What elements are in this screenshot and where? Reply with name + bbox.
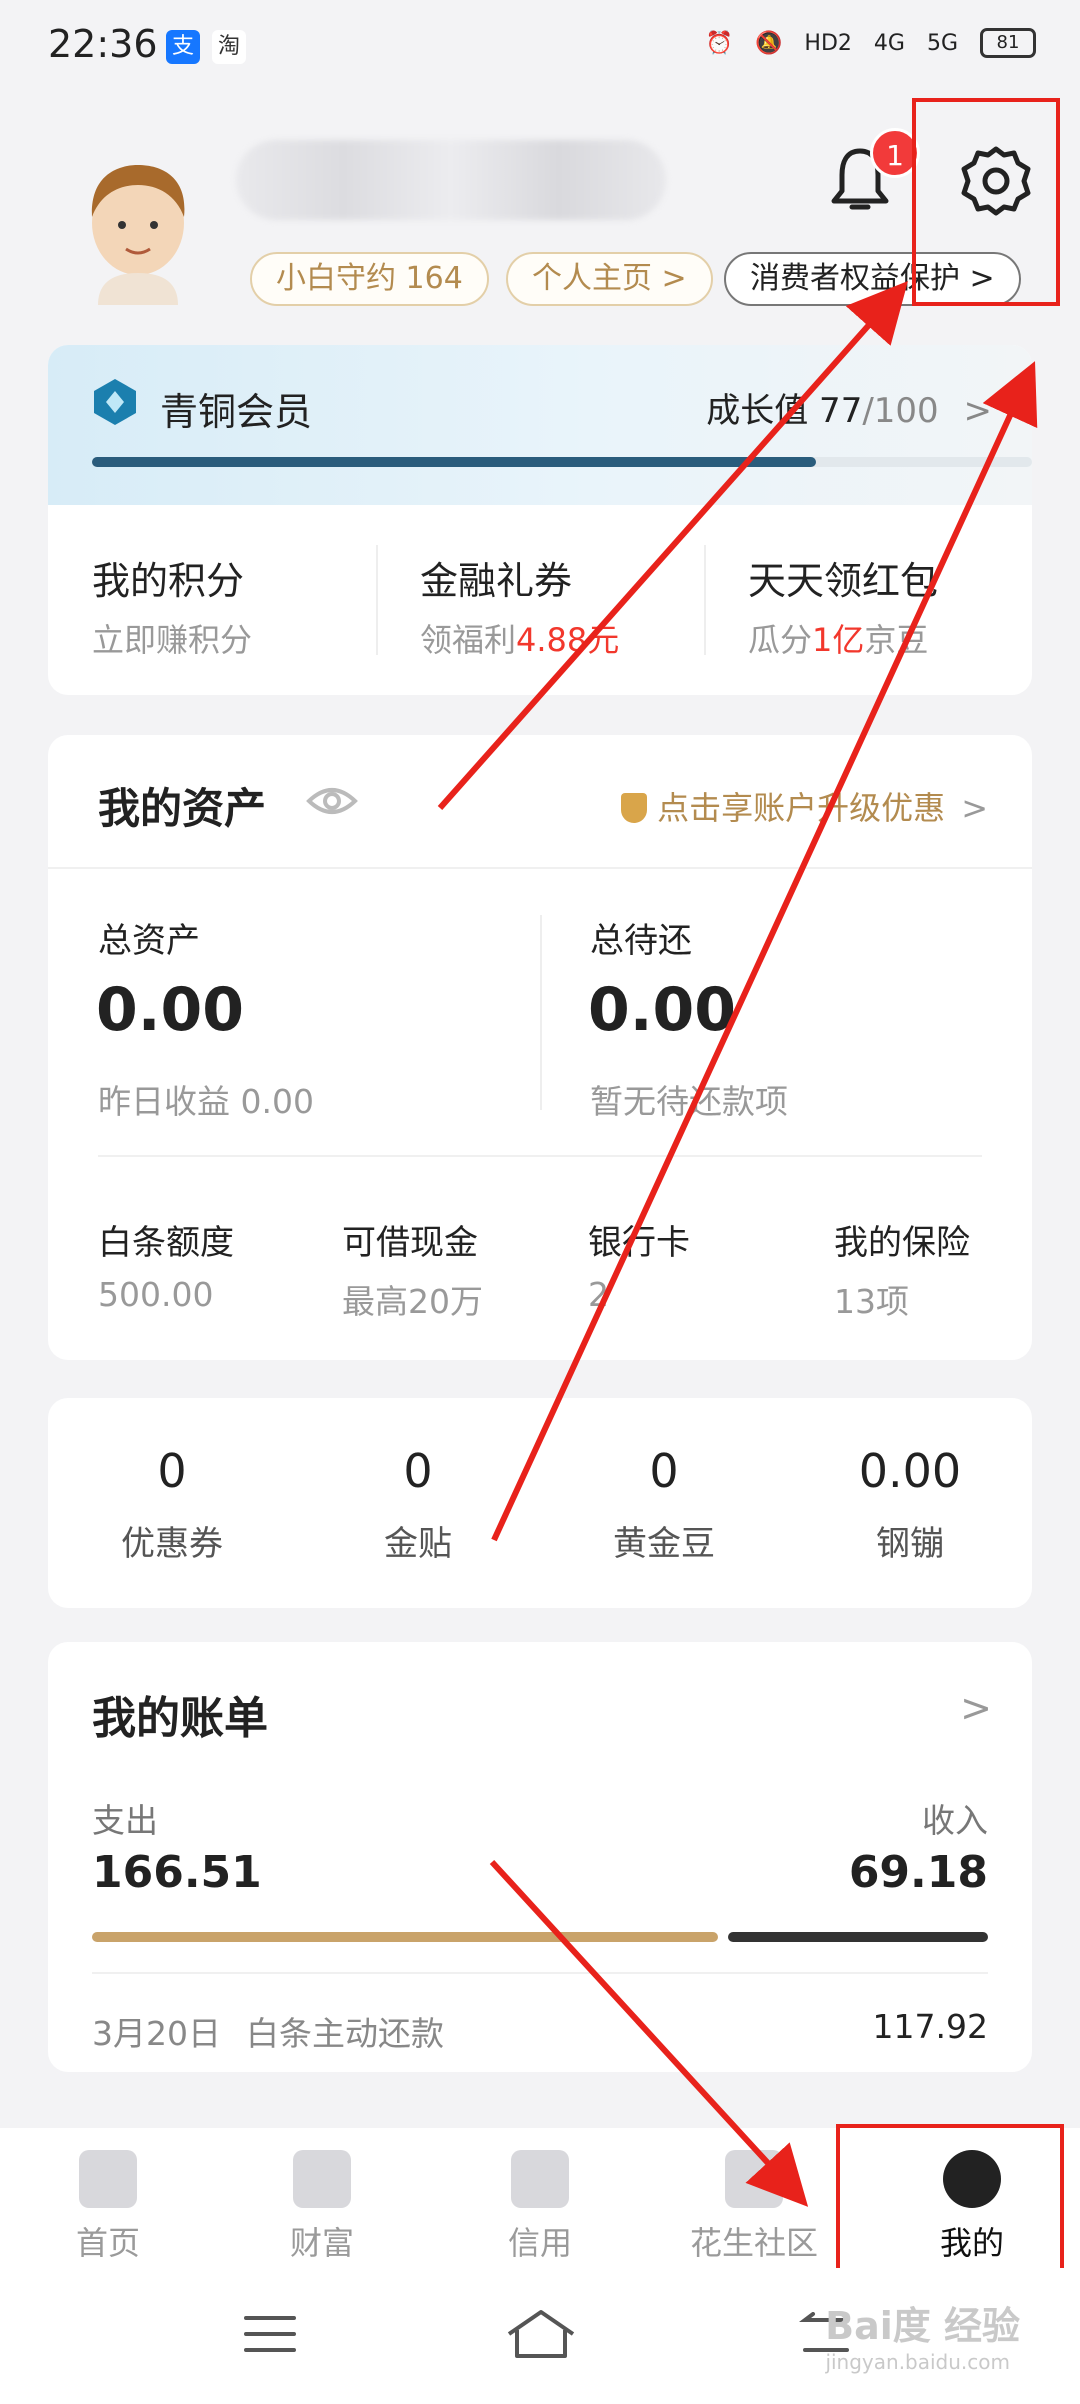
chevron-right-icon: > xyxy=(961,789,988,827)
4g-label: 4G xyxy=(873,30,905,56)
bill-footer-date: 3月20日 xyxy=(92,2014,221,2053)
chevron-right-icon[interactable]: > xyxy=(960,1686,992,1730)
income-label: 收入 xyxy=(922,1801,988,1840)
coupon-label[interactable]: 优惠券 xyxy=(62,1516,282,1565)
shield-icon xyxy=(621,793,648,823)
my-points-title[interactable]: 我的积分 xyxy=(92,550,244,605)
red-packet-sub[interactable]: 瓜分1亿京豆 xyxy=(748,615,928,661)
subsidy-count[interactable]: 0 xyxy=(308,1444,528,1498)
credit-score-pill[interactable]: 小白守约 164 xyxy=(250,252,489,306)
subsidy-label[interactable]: 金贴 xyxy=(308,1516,528,1565)
yesterday-income: 昨日收益 0.00 xyxy=(98,1082,314,1121)
eye-icon[interactable] xyxy=(306,783,358,819)
coupon-count[interactable]: 0 xyxy=(62,1444,282,1498)
divider xyxy=(92,1972,988,1974)
growth-max: /100 xyxy=(862,391,939,431)
tab-home-label: 首页 xyxy=(75,2224,140,2262)
total-assets-value[interactable]: 0.00 xyxy=(96,975,244,1045)
menu-icon[interactable] xyxy=(242,2312,298,2356)
status-indicators: ⏰ 🔕 HD2 4G 5G 81 xyxy=(706,28,1036,58)
member-header[interactable]: 青铜会员 成长值 77/100 > xyxy=(48,345,1032,505)
divider xyxy=(540,915,542,1110)
alarm-icon: ⏰ xyxy=(705,30,734,56)
gold-bean-label[interactable]: 黄金豆 xyxy=(554,1516,774,1565)
tab-home[interactable]: 首页 xyxy=(18,2150,198,2264)
total-due-label: 总待还 xyxy=(590,921,692,961)
baitiao-limit-value[interactable]: 500.00 xyxy=(98,1275,213,1314)
upgrade-link[interactable]: 点击享账户升级优惠 > xyxy=(621,783,988,829)
username-blurred xyxy=(236,140,666,220)
loan-cash-value[interactable]: 最高20万 xyxy=(342,1275,483,1323)
bill-footer-amount: 117.92 xyxy=(872,2007,988,2046)
home-icon xyxy=(79,2150,137,2208)
tab-wealth[interactable]: 财富 xyxy=(232,2150,412,2264)
coupon-gift-sub[interactable]: 领福利4.88元 xyxy=(420,615,619,661)
credit-icon xyxy=(511,2150,569,2208)
battery-icon: 81 xyxy=(980,28,1036,58)
insurance-title[interactable]: 我的保险 xyxy=(834,1215,970,1264)
profile-page-pill[interactable]: 个人主页 > xyxy=(506,252,713,306)
baidu-watermark-url: jingyan.baidu.com xyxy=(825,2350,1010,2374)
expense-bar xyxy=(92,1932,718,1942)
bank-card-title[interactable]: 银行卡 xyxy=(588,1215,690,1264)
total-due-value[interactable]: 0.00 xyxy=(588,975,736,1045)
coupon-card: 0 优惠券 0 金贴 0 黄金豆 0.00 钢镚 xyxy=(48,1398,1032,1608)
hd-label: HD2 xyxy=(804,30,852,56)
insurance-count[interactable]: 13项 xyxy=(834,1275,909,1323)
taobao-icon: 淘 xyxy=(212,30,246,64)
status-time: 22:36 xyxy=(48,22,158,66)
5g-label: 5G xyxy=(926,30,958,56)
growth-bar-fill xyxy=(92,457,816,467)
peanut-icon xyxy=(725,2150,783,2208)
alipay-icon: 支 xyxy=(166,30,200,64)
status-bar: 22:36 支 淘 ⏰ 🔕 HD2 4G 5G 81 xyxy=(0,0,1080,96)
coin-label[interactable]: 钢镚 xyxy=(800,1516,1020,1565)
chevron-right-icon: > xyxy=(963,391,993,431)
red-packet-title[interactable]: 天天领红包 xyxy=(748,550,938,605)
growth-label: 成长值 77 xyxy=(706,391,863,431)
tab-credit[interactable]: 信用 xyxy=(450,2150,630,2264)
bill-card[interactable]: 我的账单 > 支出 166.51 收入 69.18 3月20日 白条主动还款 1… xyxy=(48,1642,1032,2072)
divider xyxy=(704,545,706,655)
expense-label: 支出 xyxy=(92,1801,158,1840)
avatar[interactable] xyxy=(78,155,198,305)
divider xyxy=(98,1155,982,1157)
baitiao-limit-title[interactable]: 白条额度 xyxy=(98,1215,234,1264)
bill-title: 我的账单 xyxy=(92,1693,268,1744)
growth-value: 成长值 77/100 > xyxy=(706,383,992,432)
member-card[interactable]: 青铜会员 成长值 77/100 > 我的积分 立即赚积分 金融礼券 领福利4.8… xyxy=(48,345,1032,695)
tab-community-label: 花生社区 xyxy=(689,2224,818,2262)
total-assets-label: 总资产 xyxy=(98,921,200,961)
expense-value: 166.51 xyxy=(92,1847,262,1898)
mute-icon: 🔕 xyxy=(755,30,783,56)
no-due-text: 暂无待还款项 xyxy=(590,1082,788,1121)
bank-card-count[interactable]: 2 xyxy=(588,1275,609,1314)
income-bar xyxy=(728,1932,988,1942)
baidu-watermark: Bai度 经验 xyxy=(825,2304,1020,2348)
tab-credit-label: 信用 xyxy=(507,2224,572,2262)
assets-card: 我的资产 点击享账户升级优惠 > 总资产 0.00 昨日收益 0.00 总待还 0… xyxy=(48,735,1032,1360)
tab-wealth-label: 财富 xyxy=(289,2224,354,2262)
diamond-icon xyxy=(94,379,136,425)
my-points-sub[interactable]: 立即赚积分 xyxy=(92,615,252,661)
member-level: 青铜会员 xyxy=(160,390,313,434)
divider xyxy=(376,545,378,655)
home-nav-icon[interactable] xyxy=(505,2308,577,2360)
bill-footer-text: 白条主动还款 xyxy=(246,2014,444,2053)
income-value: 69.18 xyxy=(848,1847,988,1898)
wallet-icon xyxy=(293,2150,351,2208)
coupon-gift-title[interactable]: 金融礼券 xyxy=(420,550,572,605)
settings-highlight-box xyxy=(912,98,1060,306)
coin-count[interactable]: 0.00 xyxy=(800,1444,1020,1498)
assets-title: 我的资产 xyxy=(98,784,267,833)
divider xyxy=(48,867,1032,869)
tab-community[interactable]: 花生社区 xyxy=(664,2150,844,2264)
loan-cash-title[interactable]: 可借现金 xyxy=(342,1215,478,1264)
gold-bean-count[interactable]: 0 xyxy=(554,1444,774,1498)
